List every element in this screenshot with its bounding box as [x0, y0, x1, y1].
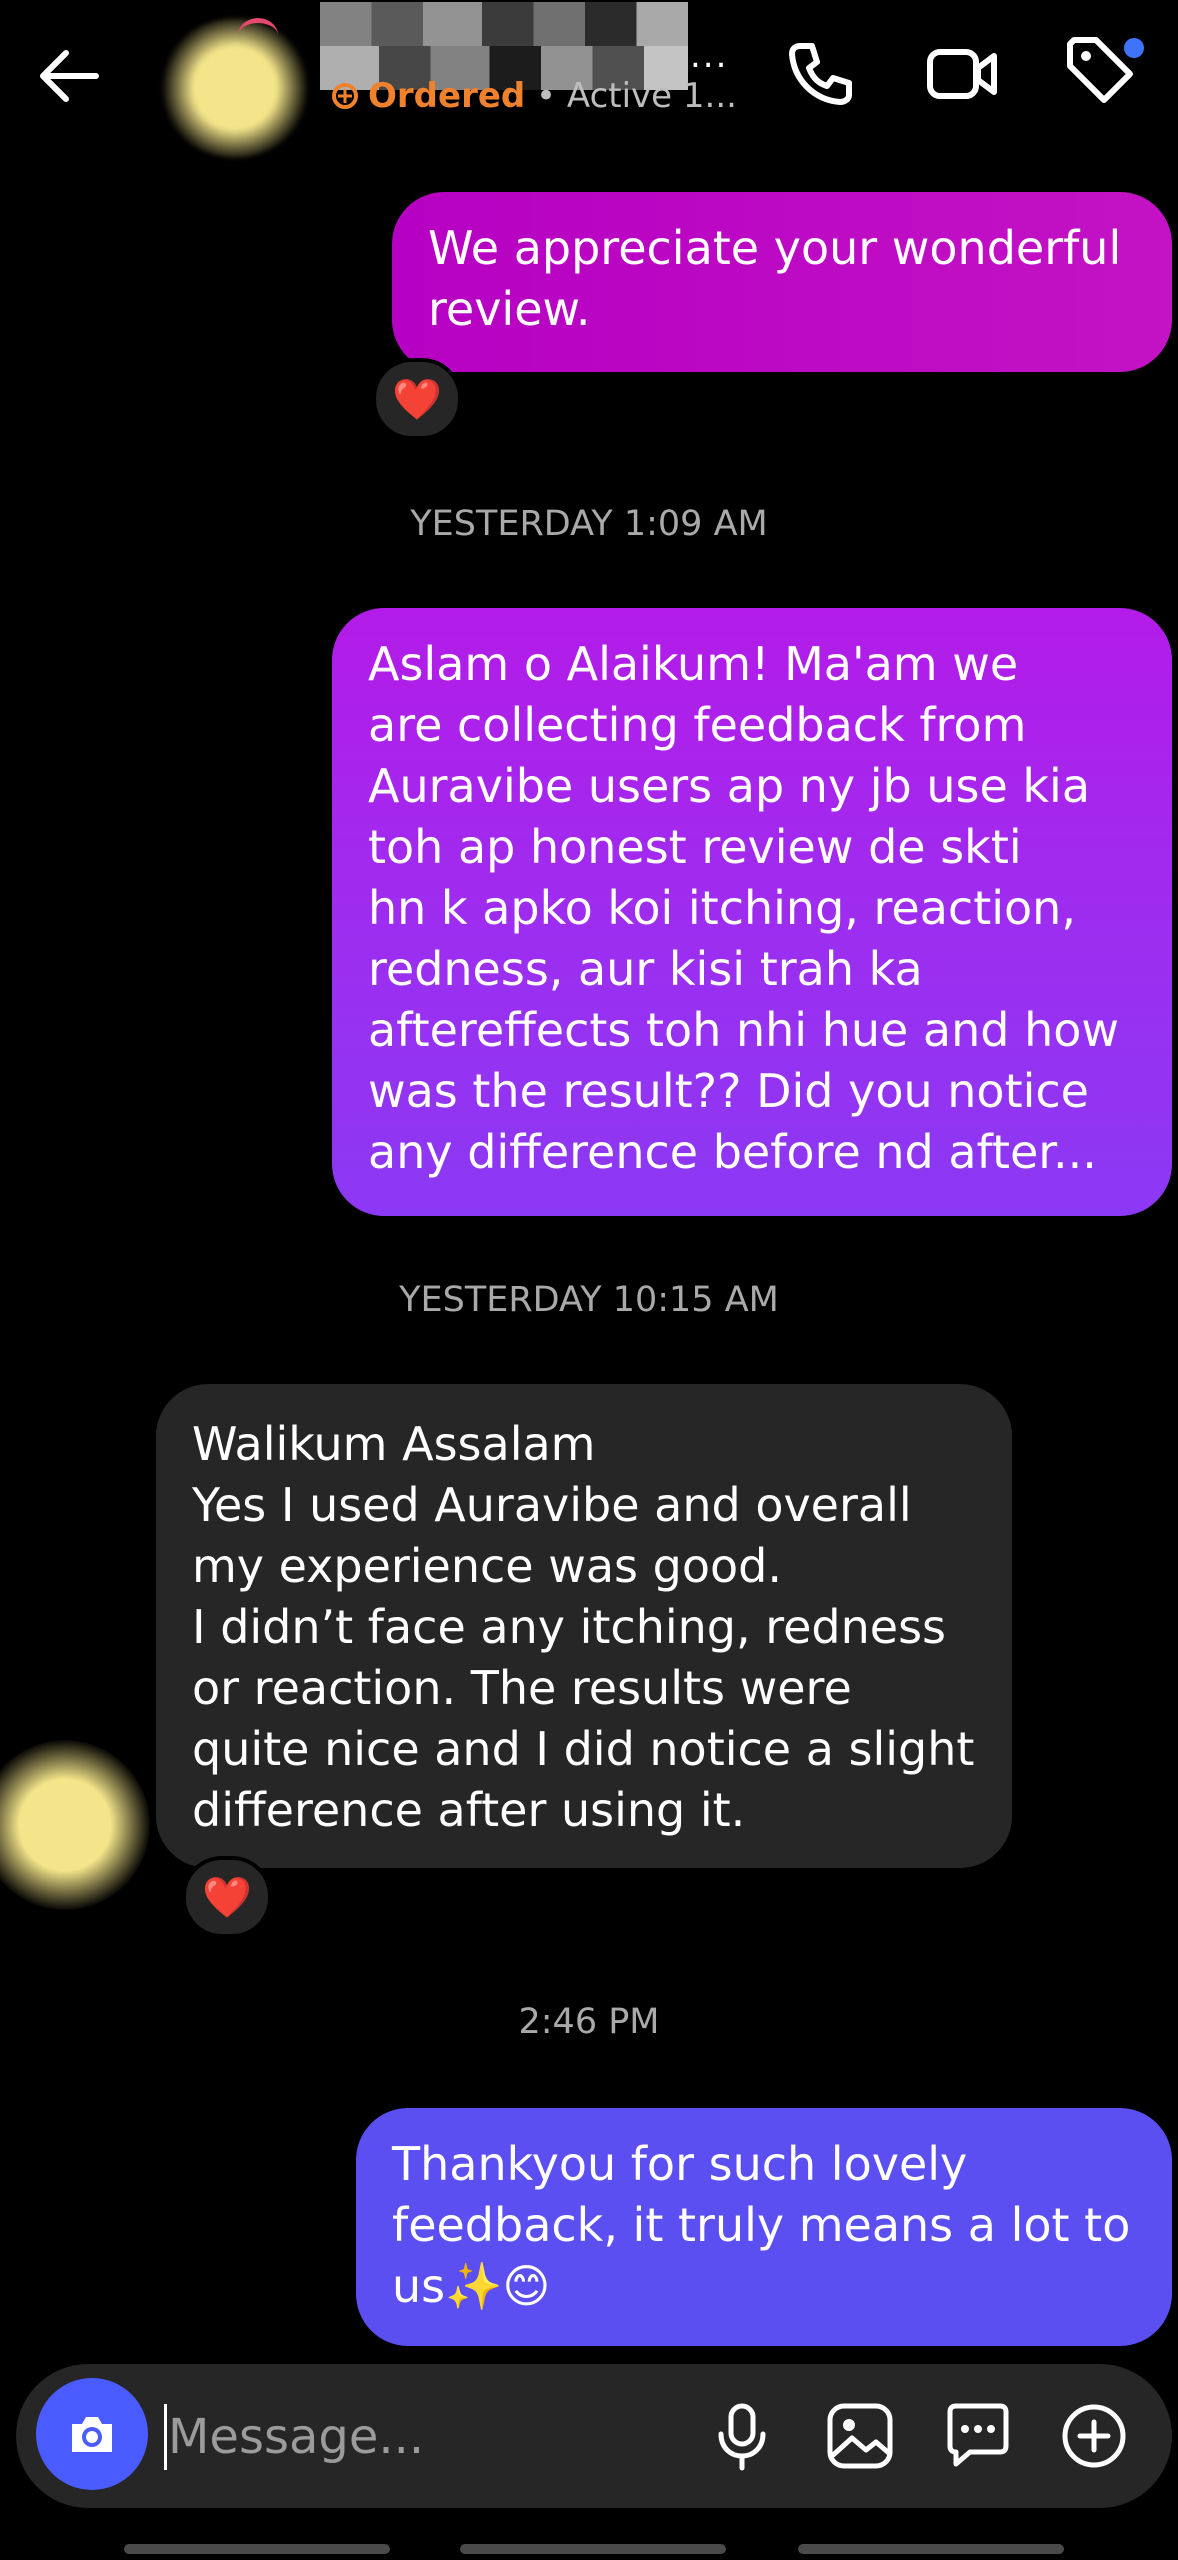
heart-icon: ❤️: [202, 1874, 252, 1921]
heart-reaction[interactable]: ❤️: [372, 358, 462, 440]
plus-icon[interactable]: [1056, 2398, 1132, 2474]
active-status: • Active 1...: [536, 76, 737, 116]
sent-message-bubble[interactable]: Aslam o Alaikum! Ma'am we are collecting…: [332, 608, 1172, 1216]
heart-reaction[interactable]: ❤️: [182, 1856, 272, 1938]
video-icon[interactable]: [922, 34, 1002, 114]
contact-avatar[interactable]: [160, 18, 310, 158]
phone-icon[interactable]: [780, 34, 860, 114]
story-ring: [238, 18, 278, 53]
contact-status: Ordered • Active 1...: [330, 76, 737, 116]
timestamp: YESTERDAY 1:09 AM: [410, 504, 768, 544]
text-cursor: [164, 2404, 167, 2470]
heart-icon: ❤️: [392, 376, 442, 423]
contact-name-ellipsis: ...: [690, 36, 729, 76]
sent-message-bubble[interactable]: Thankyou for such lovely feedback, it tr…: [356, 2108, 1172, 2346]
sticker-icon[interactable]: [940, 2398, 1016, 2474]
timestamp: YESTERDAY 10:15 AM: [399, 1280, 779, 1320]
chat-header: ... Ordered • Active 1...: [0, 0, 1178, 158]
arrow-left-icon[interactable]: [30, 36, 110, 116]
timestamp: 2:46 PM: [518, 2002, 660, 2042]
nav-home[interactable]: [460, 2544, 726, 2554]
contact-avatar-small[interactable]: [0, 1740, 150, 1910]
ordered-label: Ordered: [368, 76, 526, 116]
notification-dot: [1124, 38, 1144, 58]
nav-recent-apps[interactable]: [124, 2544, 390, 2554]
message-input[interactable]: [168, 2402, 688, 2472]
received-message-bubble[interactable]: Walikum Assalam Yes I used Auravibe and …: [156, 1384, 1012, 1868]
nav-back[interactable]: [798, 2544, 1064, 2554]
camera-button[interactable]: [36, 2378, 148, 2490]
camera-icon: [72, 2417, 112, 2452]
sent-message-bubble[interactable]: We appreciate your wonderful review.: [392, 192, 1172, 372]
microphone-icon[interactable]: [704, 2398, 780, 2474]
gallery-icon[interactable]: [822, 2398, 898, 2474]
ordered-icon: [332, 83, 358, 109]
